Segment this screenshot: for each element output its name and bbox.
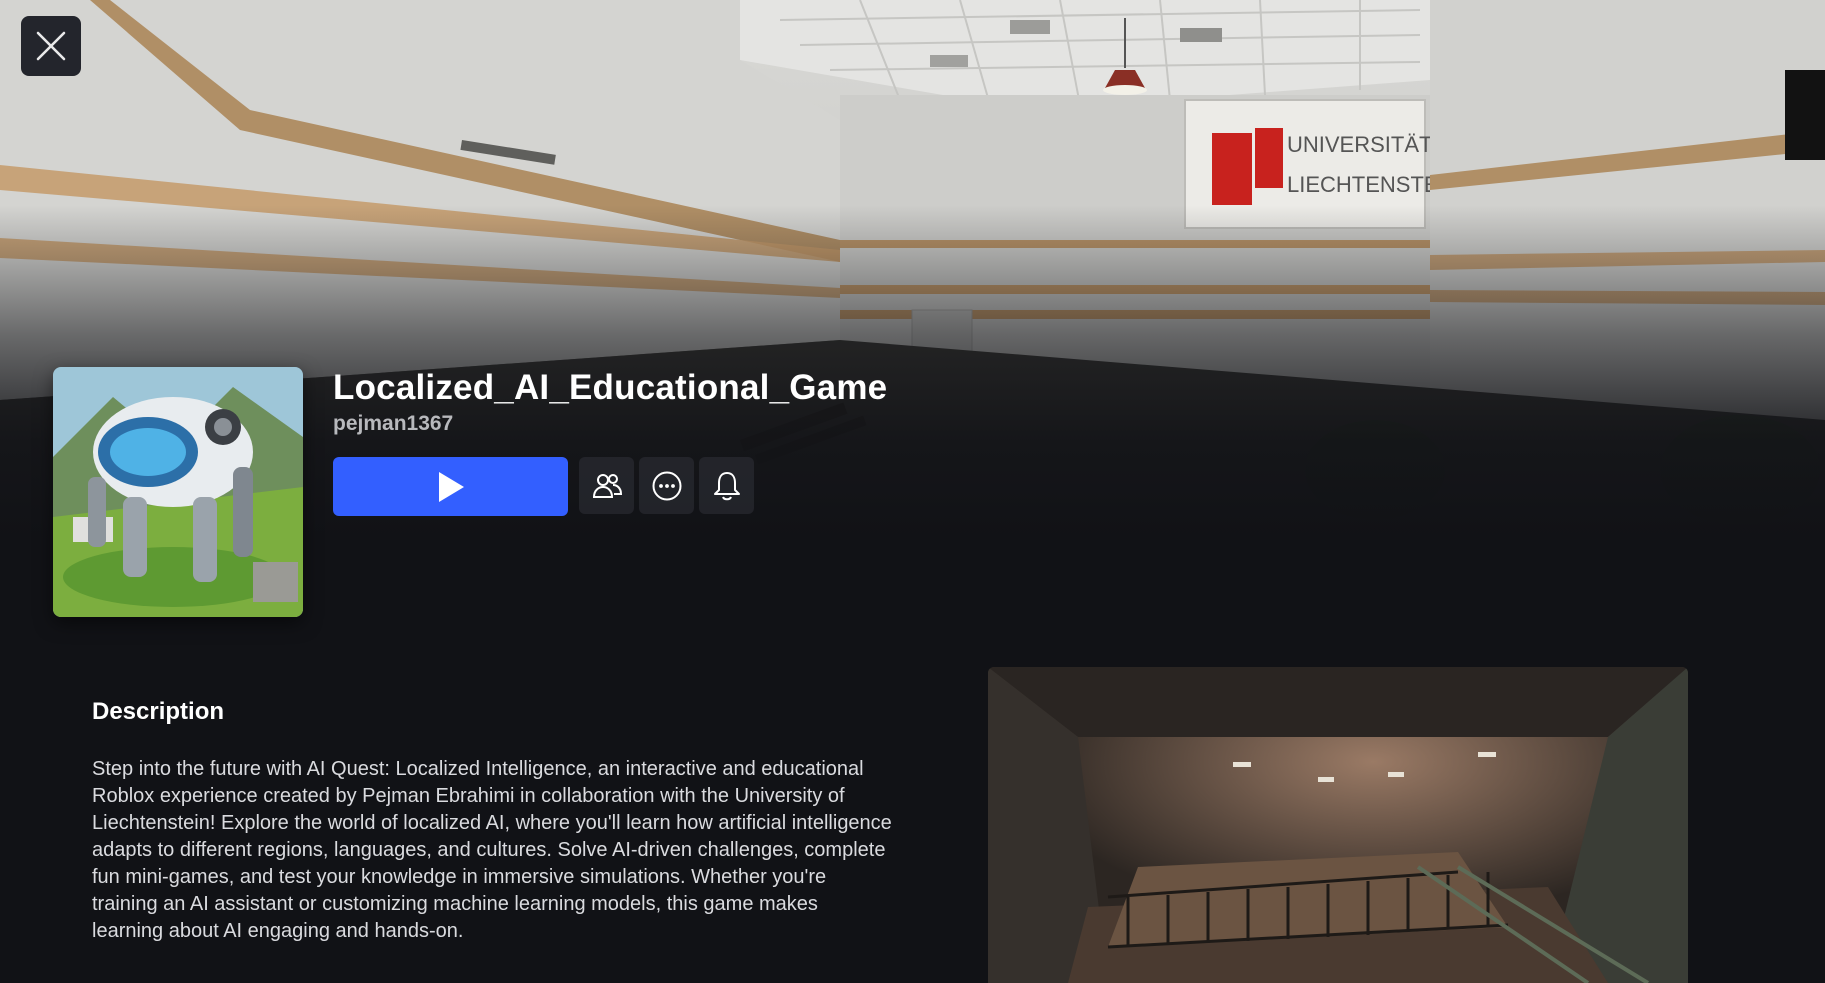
game-title: Localized_AI_Educational_Game bbox=[333, 368, 888, 407]
game-screenshot-image bbox=[988, 667, 1688, 983]
friends-icon bbox=[592, 473, 622, 498]
description-heading: Description bbox=[92, 698, 225, 725]
notify-button[interactable] bbox=[699, 457, 754, 514]
close-button[interactable] bbox=[21, 16, 81, 76]
close-icon bbox=[36, 31, 66, 61]
game-screenshot[interactable] bbox=[988, 667, 1688, 983]
play-icon bbox=[438, 471, 464, 502]
description-text: Step into the future with AI Quest: Loca… bbox=[92, 758, 892, 942]
friends-button[interactable] bbox=[579, 457, 634, 514]
creator-name[interactable]: pejman1367 bbox=[333, 412, 453, 436]
play-button[interactable] bbox=[333, 457, 568, 516]
game-thumbnail-image bbox=[53, 367, 303, 617]
more-icon bbox=[652, 471, 681, 500]
game-thumbnail bbox=[53, 367, 303, 617]
bell-icon bbox=[713, 471, 740, 500]
more-options-button[interactable] bbox=[639, 457, 694, 514]
